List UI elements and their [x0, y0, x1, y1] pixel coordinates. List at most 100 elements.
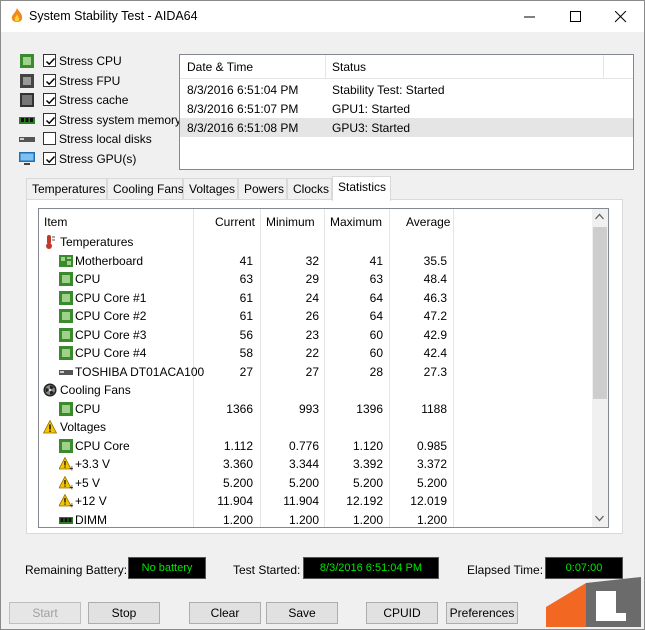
log-header: Date & Time Status — [180, 55, 633, 79]
value-average: 47.2 — [423, 309, 447, 323]
app-window: System Stability Test - AIDA64 Stress CP… — [0, 0, 645, 630]
table-row[interactable]: CPU 63 29 63 48.4 — [39, 270, 594, 289]
fan-icon — [43, 383, 57, 397]
value-minimum: 32 — [305, 253, 319, 268]
cpuid-button[interactable]: CPUID — [366, 602, 438, 624]
table-row[interactable]: + +3.3 V 3.360 3.344 3.392 3.372 — [39, 455, 594, 474]
scrollbar-thumb[interactable] — [593, 227, 607, 399]
tab-temperatures[interactable]: Temperatures — [26, 178, 107, 200]
value-minimum: 993 — [298, 401, 319, 416]
tab-voltages[interactable]: Voltages — [183, 178, 238, 200]
group-voltages[interactable]: Voltages — [39, 418, 594, 437]
value-average: 46.3 — [423, 290, 447, 305]
motherboard-icon — [59, 254, 73, 267]
tab-statistics[interactable]: Statistics — [332, 176, 391, 201]
memory-module-icon — [19, 116, 35, 124]
scroll-up-icon[interactable] — [595, 213, 604, 220]
group-temperatures[interactable]: Temperatures — [39, 233, 594, 252]
col-item[interactable]: Item — [44, 215, 67, 229]
title-bar[interactable]: System Stability Test - AIDA64 — [1, 1, 644, 32]
option-stress-memory[interactable]: Stress system memory — [19, 110, 182, 130]
value-average: 48.4 — [423, 272, 447, 286]
log-header-datetime[interactable]: Date & Time — [187, 60, 253, 74]
checkbox-stress-gpu[interactable] — [43, 151, 56, 165]
maximize-button[interactable] — [553, 1, 599, 32]
window-title: System Stability Test - AIDA64 — [29, 9, 198, 23]
checkbox-stress-disks[interactable] — [43, 132, 56, 145]
option-stress-disks[interactable]: Stress local disks — [19, 129, 179, 149]
value-average: 35.5 — [423, 253, 447, 268]
value-average: 42.4 — [423, 346, 447, 360]
row-name: CPU Core #3 — [75, 327, 147, 342]
value-current: 61 — [239, 290, 253, 305]
checkbox-stress-memory[interactable] — [43, 112, 56, 126]
elapsed-time-label: Elapsed Time: — [467, 563, 544, 577]
row-name: CPU Core #2 — [75, 309, 147, 323]
clear-button[interactable]: Clear — [189, 602, 261, 624]
option-label: Stress GPU(s) — [59, 151, 137, 166]
value-maximum: 60 — [369, 346, 383, 360]
value-maximum: 60 — [369, 327, 383, 342]
table-row[interactable]: CPU Core #2 61 26 64 47.2 — [39, 307, 594, 326]
value-minimum: 27 — [305, 364, 319, 379]
cpu-chip-icon — [59, 309, 73, 323]
tab-cooling-fans[interactable]: Cooling Fans — [107, 178, 184, 200]
option-stress-cpu[interactable]: Stress CPU — [19, 51, 179, 71]
disk-drive-icon — [59, 369, 73, 375]
table-row[interactable]: Motherboard 41 32 41 35.5 — [39, 252, 594, 271]
tab-powers[interactable]: Powers — [238, 178, 287, 200]
option-label: Stress local disks — [59, 132, 152, 146]
value-maximum: 1.120 — [352, 438, 383, 453]
row-name: TOSHIBA DT01ACA100 — [75, 364, 205, 379]
status-log[interactable]: Date & Time Status 8/3/2016 6:51:04 PM S… — [179, 54, 634, 170]
log-row[interactable]: 8/3/2016 6:51:07 PM GPU1: Started — [180, 99, 633, 118]
table-row[interactable]: CPU Core #1 61 24 64 46.3 — [39, 289, 594, 308]
group-cooling-fans[interactable]: Cooling Fans — [39, 381, 594, 400]
value-average: 1188 — [421, 401, 447, 416]
grid-header: Item Current Minimum Maximum Average — [39, 209, 594, 233]
row-name: CPU — [75, 272, 101, 286]
scroll-down-icon[interactable] — [595, 515, 604, 522]
col-minimum[interactable]: Minimum — [266, 215, 315, 229]
checkmark-icon — [45, 116, 56, 124]
table-row[interactable]: + +12 V 11.904 11.904 12.192 12.019 — [39, 492, 594, 511]
option-stress-cache[interactable]: Stress cache — [19, 90, 179, 110]
value-maximum: 64 — [369, 309, 383, 323]
option-label: Stress system memory — [59, 112, 182, 127]
log-header-status[interactable]: Status — [332, 60, 366, 74]
preferences-button[interactable]: Preferences — [446, 602, 518, 624]
col-maximum[interactable]: Maximum — [330, 215, 382, 229]
checkbox-stress-fpu[interactable] — [43, 73, 56, 87]
col-current[interactable]: Current — [215, 215, 255, 229]
col-average[interactable]: Average — [406, 215, 450, 229]
tab-clocks[interactable]: Clocks — [287, 178, 332, 200]
table-row[interactable]: CPU Core 1.112 0.776 1.120 0.985 — [39, 437, 594, 456]
value-average: 1.200 — [416, 512, 447, 527]
table-row[interactable]: DIMM 1.200 1.200 1.200 1.200 — [39, 511, 594, 528]
value-minimum: 5.200 — [288, 475, 319, 490]
cpu-chip-icon — [59, 290, 73, 305]
log-status: GPU3: Started — [332, 121, 411, 135]
table-row[interactable]: TOSHIBA DT01ACA100 27 27 28 27.3 — [39, 363, 594, 382]
value-average: 0.985 — [416, 438, 447, 453]
start-button[interactable]: Start — [9, 602, 81, 624]
table-row[interactable]: CPU Core #3 56 23 60 42.9 — [39, 326, 594, 345]
table-row[interactable]: CPU Core #4 58 22 60 42.4 — [39, 344, 594, 363]
checkbox-stress-cache[interactable] — [43, 93, 56, 106]
statistics-grid[interactable]: Item Current Minimum Maximum Average Tem… — [38, 208, 609, 528]
minimize-button[interactable] — [507, 1, 553, 32]
log-row[interactable]: 8/3/2016 6:51:04 PM Stability Test: Star… — [180, 80, 633, 99]
table-row[interactable]: CPU 1366 993 1396 1188 — [39, 400, 594, 419]
save-button[interactable]: Save — [266, 602, 338, 624]
log-row-selected[interactable]: 8/3/2016 6:51:08 PM GPU3: Started — [180, 118, 633, 137]
option-stress-fpu[interactable]: Stress FPU — [19, 71, 179, 91]
stress-options: Stress CPU Stress FPU Stress cache Stres… — [19, 51, 182, 169]
log-datetime: 8/3/2016 6:51:07 PM — [187, 102, 299, 116]
table-row[interactable]: + +5 V 5.200 5.200 5.200 5.200 — [39, 474, 594, 493]
vertical-scrollbar[interactable] — [592, 209, 608, 527]
option-stress-gpu[interactable]: Stress GPU(s) — [19, 149, 179, 169]
log-datetime: 8/3/2016 6:51:04 PM — [187, 83, 299, 97]
checkbox-stress-cpu[interactable] — [43, 54, 56, 67]
close-button[interactable] — [598, 1, 644, 32]
stop-button[interactable]: Stop — [88, 602, 160, 624]
